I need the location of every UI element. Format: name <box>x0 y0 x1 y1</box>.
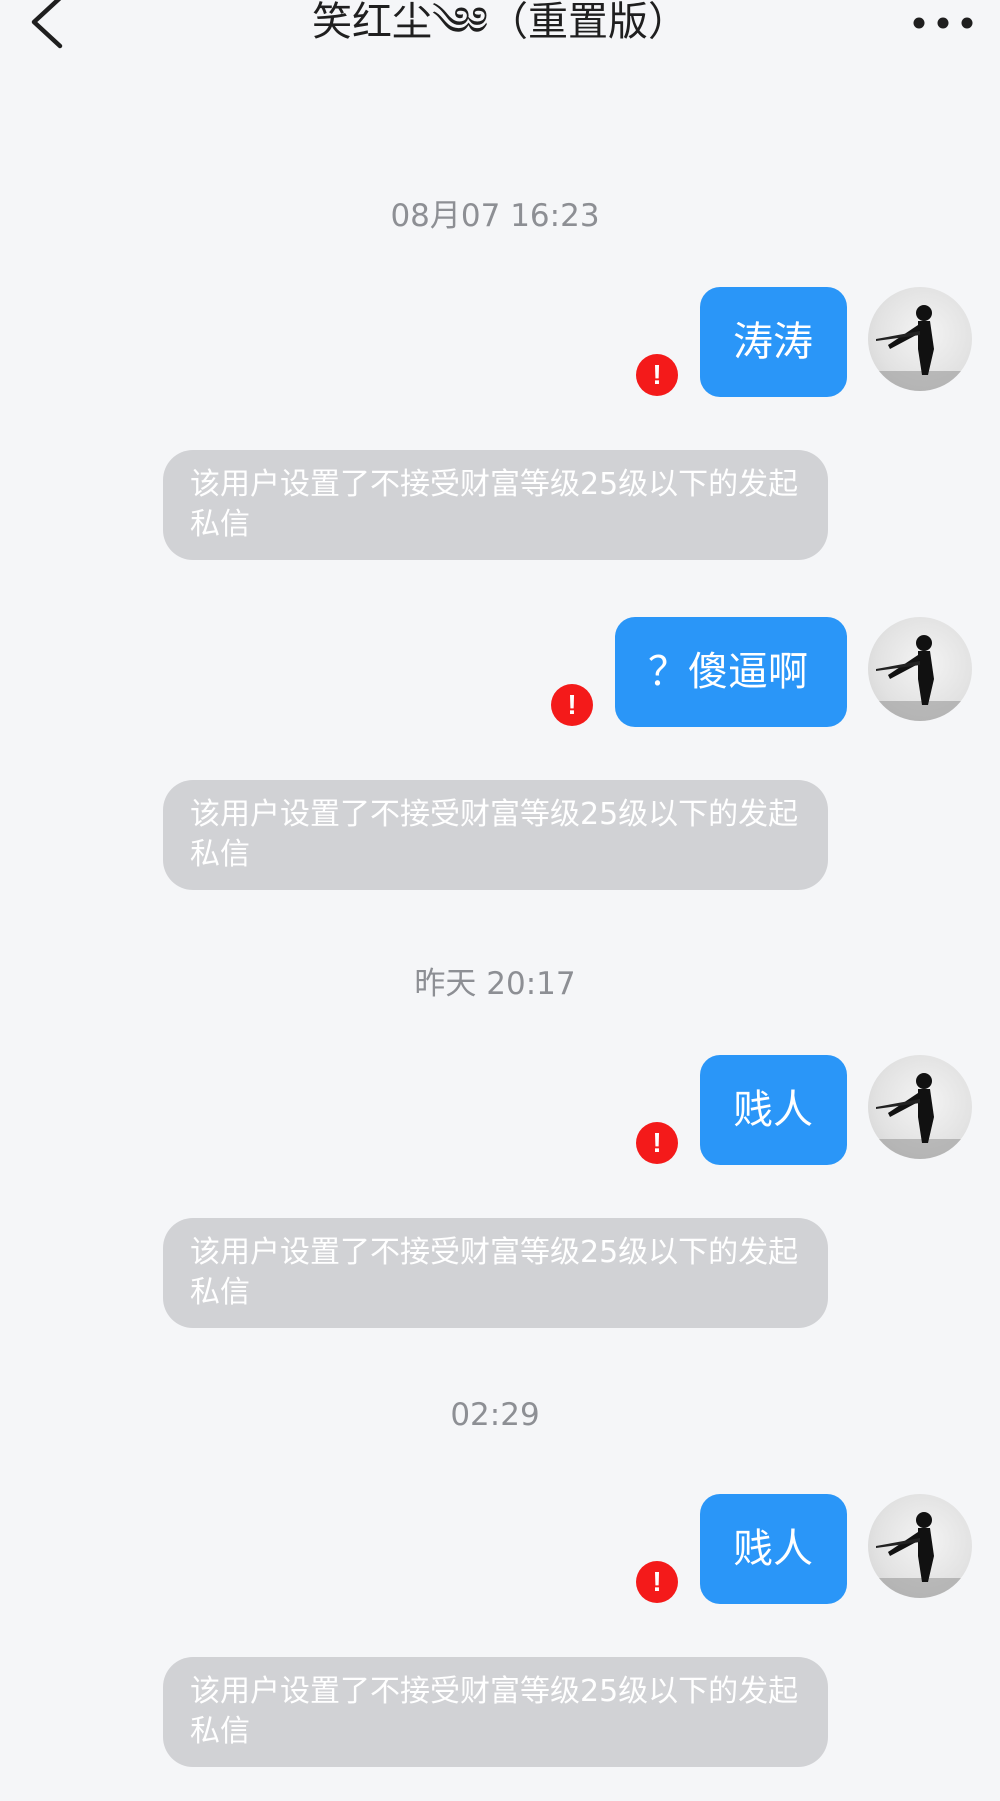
chat-title: 笑红尘༄༅（重置版） <box>312 0 688 45</box>
timestamp: 02:29 <box>450 1397 540 1433</box>
timestamp: 昨天 20:17 <box>414 966 576 1002</box>
more-horizontal-icon <box>913 17 973 29</box>
message-bubble[interactable]: ？傻逼啊 <box>615 617 847 727</box>
send-failed-icon[interactable]: ! <box>636 1122 678 1164</box>
avatar[interactable] <box>868 287 972 391</box>
avatar-image <box>868 635 972 721</box>
back-button[interactable] <box>20 0 80 54</box>
send-failed-icon[interactable]: ! <box>636 354 678 396</box>
message-bubble[interactable]: 涛涛 <box>700 287 847 397</box>
avatar-image <box>868 1512 972 1598</box>
system-notice: 该用户设置了不接受财富等级25级以下的发起私信 <box>163 450 828 560</box>
avatar-image <box>868 305 972 391</box>
top-bar: 笑红尘༄༅（重置版） <box>0 0 1000 58</box>
avatar[interactable] <box>868 1494 972 1598</box>
more-button[interactable] <box>908 2 978 42</box>
chevron-left-icon <box>31 0 63 49</box>
avatar[interactable] <box>868 617 972 721</box>
message-row: ! 涛涛 <box>0 287 1000 397</box>
avatar-image <box>868 1073 972 1159</box>
message-bubble[interactable]: 贱人 <box>700 1494 847 1604</box>
timestamp: 08月07 16:23 <box>390 198 600 234</box>
message-bubble[interactable]: 贱人 <box>700 1055 847 1165</box>
system-notice: 该用户设置了不接受财富等级25级以下的发起私信 <box>163 1657 828 1767</box>
message-row: ! 贱人 <box>0 1494 1000 1604</box>
message-row: ! ？傻逼啊 <box>0 617 1000 727</box>
system-notice: 该用户设置了不接受财富等级25级以下的发起私信 <box>163 1218 828 1328</box>
message-row: ! 贱人 <box>0 1055 1000 1165</box>
send-failed-icon[interactable]: ! <box>551 684 593 726</box>
send-failed-icon[interactable]: ! <box>636 1561 678 1603</box>
avatar[interactable] <box>868 1055 972 1159</box>
system-notice: 该用户设置了不接受财富等级25级以下的发起私信 <box>163 780 828 890</box>
